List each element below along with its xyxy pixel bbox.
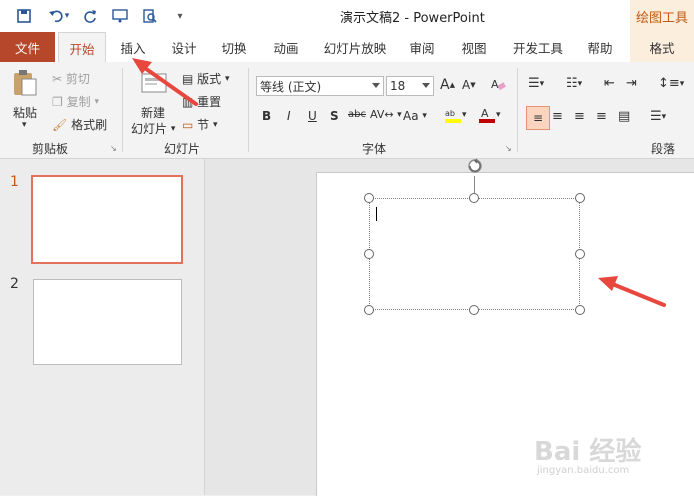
annotation-arrow-textbox (598, 276, 666, 307)
annotation-arrows (132, 58, 666, 307)
watermark-brand: Bai 经验 (534, 437, 642, 467)
watermark-url: jingyan.baidu.com (537, 465, 630, 476)
annotation-arrow-tabs (132, 58, 198, 106)
